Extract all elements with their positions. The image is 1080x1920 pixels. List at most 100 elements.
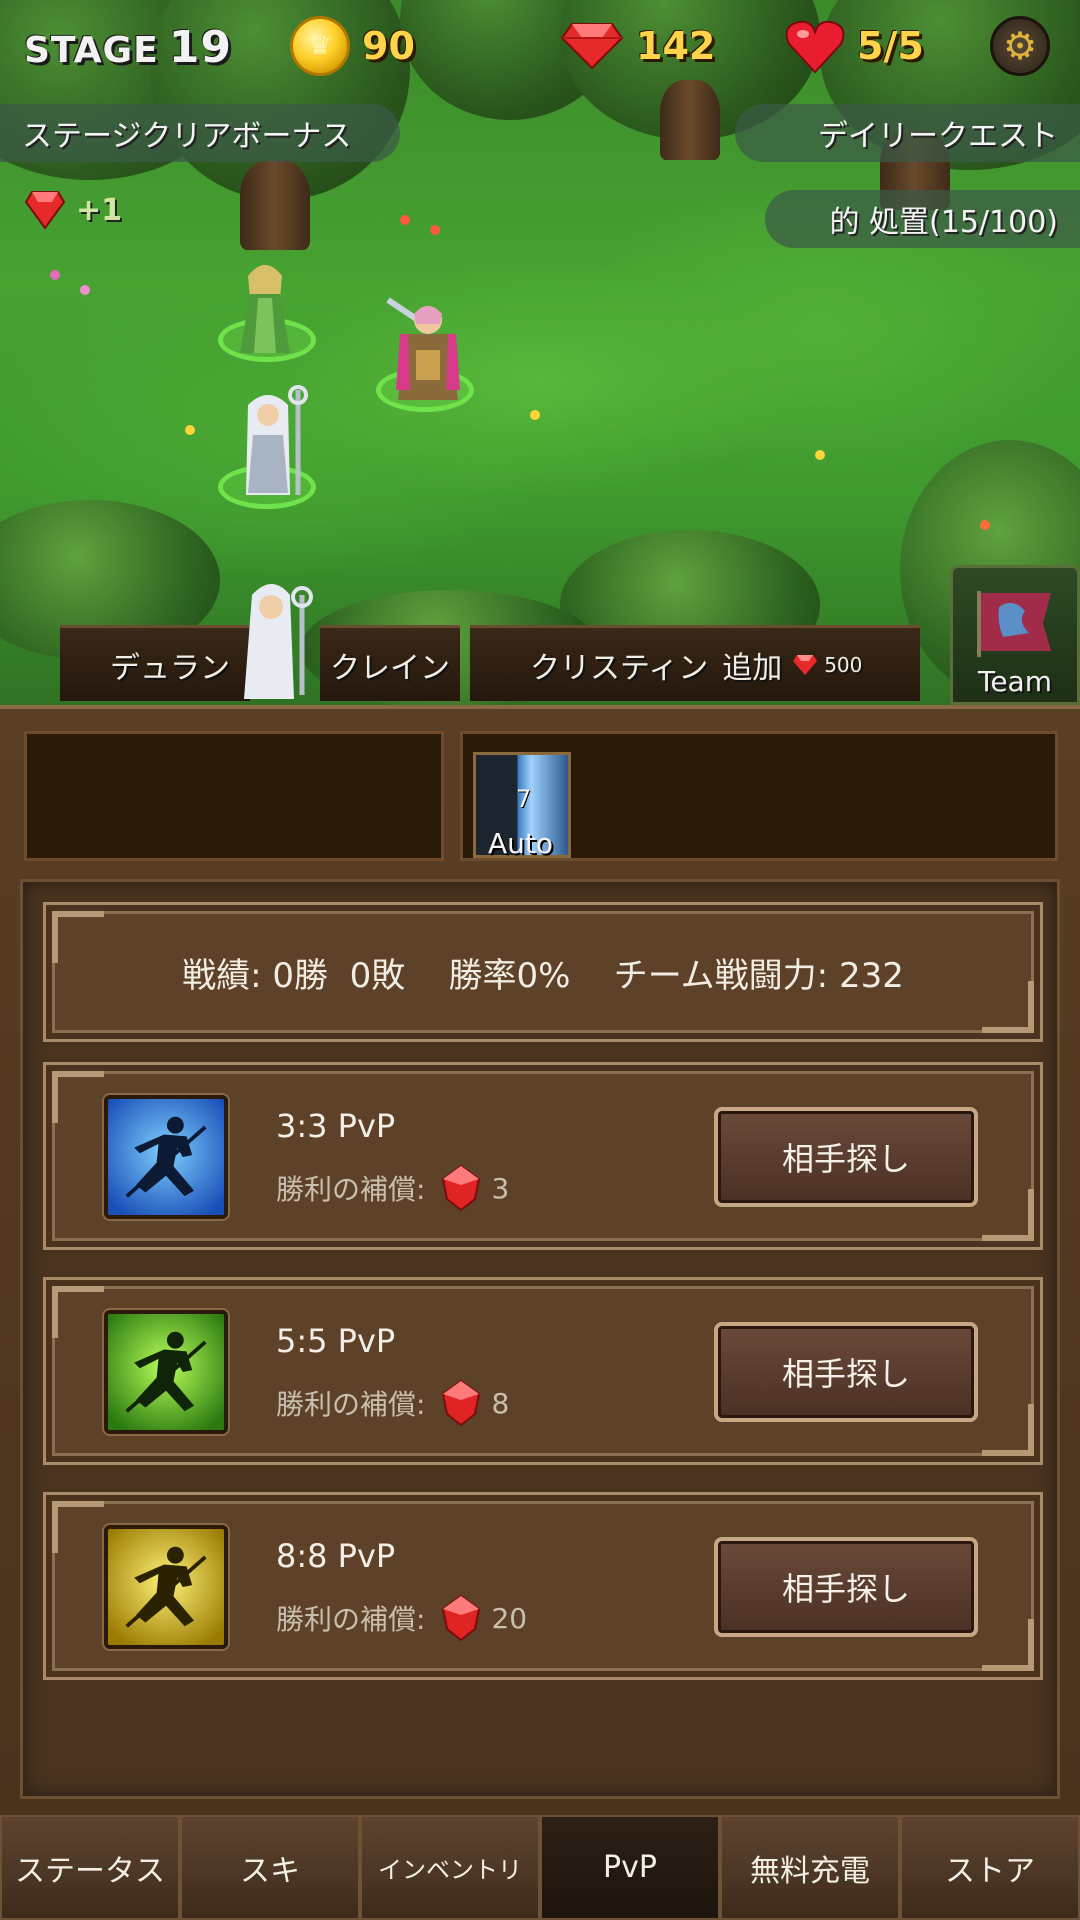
find-opponent-label: 相手探し [781,1570,910,1608]
reward-value: 3 [491,1171,510,1205]
ninja-green-icon [104,1310,228,1434]
find-opponent-button[interactable]: 相手探し [714,1322,978,1422]
gem-icon [442,1165,481,1211]
stage-number: 19 [168,22,232,73]
skill-slot-bar: 7 Auto [460,731,1058,861]
tab-label: PvP [603,1850,657,1885]
pvp-panel: 7 Auto 戦績: 0勝 0敗 勝率0% チーム戦闘力: 232 3:3 Pv… [0,705,1080,1815]
tab-skill[interactable]: スキ [180,1815,360,1920]
ninja-blue-icon [104,1095,228,1219]
reward-label: 勝利の補償: [276,1388,426,1421]
lives-value: 5/5 [857,24,924,68]
pvp-mode-title: 8:8 PvP [276,1537,396,1575]
lives-counter: 5/5 [785,16,924,76]
pvp-mode-card: 3:3 PvP 勝利の補償: 3 相手探し [43,1062,1043,1250]
pvp-mode-reward: 勝利の補償: 20 [276,1595,527,1641]
pvp-mode-card: 5:5 PvP 勝利の補償: 8 相手探し [43,1277,1043,1465]
coin-icon: ♛ [290,16,350,76]
party-member-slot[interactable]: デュラン [60,625,250,701]
bottom-tab-bar: ステータス スキ インベントリ PvP 無料充電 ストア [0,1815,1080,1920]
stage-label: STAGE [24,30,159,71]
reward-value: 8 [491,1386,510,1420]
party-member-name: クレイン [330,650,450,686]
flower [530,410,540,420]
ninja-yellow-icon [104,1525,228,1649]
reward-value: 20 [491,1601,528,1635]
find-opponent-label: 相手探し [781,1355,910,1393]
sage-hero-sprite[interactable] [228,385,318,500]
sage-portrait [244,584,313,699]
pvp-mode-title: 5:5 PvP [276,1322,396,1360]
tab-label: 無料充電 [750,1853,870,1889]
gem-counter: 142 [560,16,715,76]
elf-hero-sprite[interactable] [230,258,300,358]
pvp-mode-card: 8:8 PvP 勝利の補償: 20 相手探し [43,1492,1043,1680]
flower [80,285,90,295]
heart-icon [785,20,845,74]
gem-icon [793,654,818,675]
tab-inventory[interactable]: インベントリ [360,1815,540,1920]
tab-label: インベントリ [378,1856,522,1884]
battle-field: STAGE 19 ♛ 90 142 5/5 ⚙ ステージクリアボーナス +1 デ… [0,0,1080,705]
tree-trunk [660,80,720,160]
tab-pvp[interactable]: PvP [540,1815,720,1920]
team-label: Team [977,665,1052,698]
stage-indicator: STAGE 19 [24,22,232,73]
pvp-mode-reward: 勝利の補償: 3 [276,1165,509,1211]
auto-label: Auto [488,827,554,860]
skill-count: 7 [516,785,532,813]
pvp-mode-title: 3:3 PvP [276,1107,396,1145]
daily-quest-banner[interactable]: デイリークエスト [735,104,1080,162]
stage-clear-bonus-label: ステージクリアボーナス [22,119,352,154]
gem-icon [560,23,624,70]
tab-label: ステータス [15,1853,165,1889]
find-opponent-button[interactable]: 相手探し [714,1537,978,1637]
pvp-content: 戦績: 0勝 0敗 勝率0% チーム戦闘力: 232 3:3 PvP 勝利の補償… [20,879,1060,1799]
bonus-gain-value: +1 [76,192,123,228]
gem-icon [442,1380,481,1426]
team-button[interactable]: Team [950,565,1080,705]
tab-label: ストア [945,1853,1035,1889]
tab-status[interactable]: ステータス [0,1815,180,1920]
party-member-slot[interactable]: クレイン [320,625,460,701]
gear-icon[interactable]: ⚙ [990,16,1050,76]
pvp-mode-reward: 勝利の補償: 8 [276,1380,509,1426]
tree-trunk [240,160,310,250]
gem-icon [24,191,66,230]
flower [815,450,825,460]
party-bar: デュラン クレイン クリスティン 追加 500 Team [0,565,1080,705]
party-member-name: クリスティン [530,650,709,686]
flower [185,425,195,435]
find-opponent-button[interactable]: 相手探し [714,1107,978,1207]
tab-free-charge[interactable]: 無料充電 [720,1815,900,1920]
party-add-slot[interactable]: クリスティン 追加 500 [470,625,920,701]
top-hud: STAGE 19 ♛ 90 142 5/5 ⚙ [0,0,1080,90]
flower [980,520,990,530]
daily-quest-label: デイリークエスト [818,119,1058,154]
bonus-gain: +1 [24,190,122,230]
stage-clear-bonus-banner[interactable]: ステージクリアボーナス [0,104,400,162]
party-member-name: デュラン [110,650,230,686]
flower [50,270,60,280]
flower [400,215,410,225]
team-flag-icon [977,591,1051,657]
tab-label: スキ [240,1853,300,1889]
gem-value: 142 [636,24,716,68]
find-opponent-label: 相手探し [781,1140,910,1178]
auto-skill-button[interactable]: 7 Auto [473,752,571,860]
stats-card: 戦績: 0勝 0敗 勝率0% チーム戦闘力: 232 [43,902,1043,1042]
daily-quest-progress-text: 的 処置(15/100) [829,205,1059,240]
flower [430,225,440,235]
coin-value: 90 [362,24,415,68]
warrior-hero-sprite[interactable] [378,290,478,410]
coin-counter: ♛ 90 [290,16,415,76]
reward-label: 勝利の補償: [276,1603,426,1636]
stats-text: 戦績: 0勝 0敗 勝率0% チーム戦闘力: 232 [182,955,904,996]
reward-label: 勝利の補償: [276,1173,426,1206]
add-member-label: 追加 [722,650,783,686]
gem-icon [442,1595,481,1641]
skill-slot-empty [24,731,444,861]
daily-quest-progress: 的 処置(15/100) [765,190,1080,248]
tab-store[interactable]: ストア [900,1815,1080,1920]
add-member-cost: 500 [824,652,863,677]
